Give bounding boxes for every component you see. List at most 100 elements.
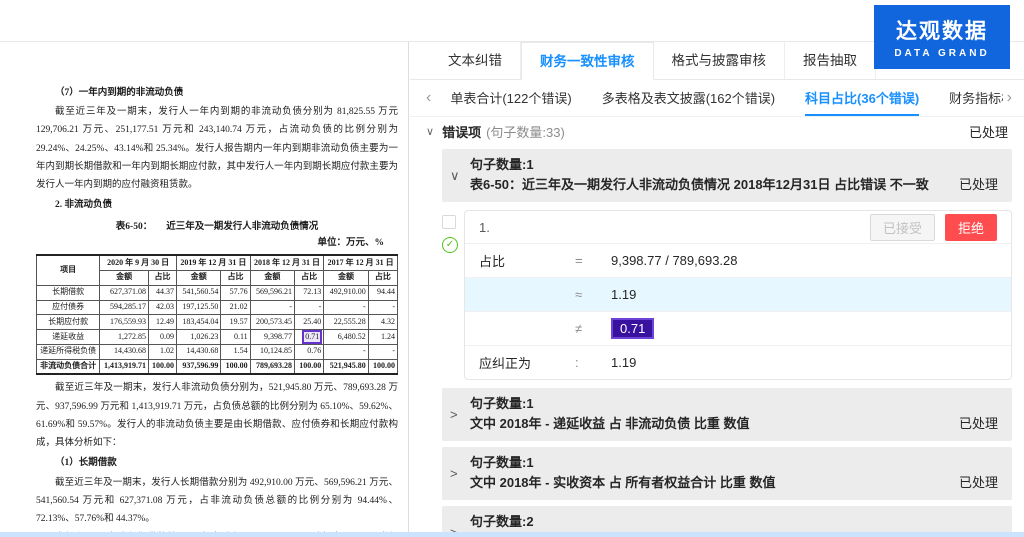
col-ratio-header: 占比 (368, 270, 397, 285)
row-name: 递延收益 (37, 330, 100, 345)
cell-value: 1,272.85 (100, 330, 149, 345)
cell-value: 492,910.00 (324, 285, 368, 300)
subtab-2[interactable]: 科目占比(36个错误) (805, 80, 919, 116)
error-group-header[interactable]: ∨ 错误项 (句子数量:33) 已处理 (410, 117, 1024, 145)
cell-value: 22,555.28 (324, 315, 368, 330)
col-amount-header: 金额 (177, 270, 221, 285)
col-item-header: 项目 (37, 255, 100, 285)
doc-paragraph-3: 截至近三年及一期末，发行人长期借款分别为 492,910.00 万元、569,5… (36, 474, 398, 529)
tab-1[interactable]: 财务一致性审核 (521, 42, 654, 80)
highlighted-cell[interactable]: 0.71 (302, 330, 322, 345)
col-period-header: 2020 年 9 月 30 日 (100, 255, 177, 270)
error-item-expanded[interactable]: ∨ 句子数量:1 表6-50：近三年及一期发行人非流动负债情况 2018年12月… (442, 149, 1012, 202)
error-item-count: 句子数量:1 (470, 453, 959, 473)
subtab-prev-icon[interactable]: ‹ (422, 89, 435, 107)
col-period-header: 2019 年 12 月 31 日 (177, 255, 251, 270)
error-item-collapsed-1[interactable]: >句子数量:1文中 2018年 - 实收资本 占 所有者权益合计 比重 数值已处… (442, 447, 1012, 500)
horizontal-scrollbar[interactable] (0, 532, 1024, 537)
table-650: 项目2020 年 9 月 30 日2019 年 12 月 31 日2018 年 … (36, 254, 398, 375)
cell-value: 0.11 (221, 330, 250, 345)
cell-value: 72.13 (295, 285, 324, 300)
cell-value: 541,560.54 (177, 285, 221, 300)
error-item-status: 已处理 (959, 472, 998, 493)
cell-value: 569,596.21 (250, 285, 294, 300)
error-item-desc: 表6-50：近三年及一期发行人非流动负债情况 2018年12月31日 占比错误 … (470, 175, 959, 195)
brand-logo: 达观数据 DATA GRAND (874, 5, 1010, 69)
subtab-1[interactable]: 多表格及表文披露(162个错误) (602, 80, 775, 116)
doc-paragraph-1: 截至近三年及一期末，发行人一年内到期的非流动负债分别为 81,825.55 万元… (36, 103, 398, 194)
cell-value: - (250, 300, 294, 315)
error-item-text: 句子数量:1 表6-50：近三年及一期发行人非流动负债情况 2018年12月31… (470, 155, 959, 195)
detail-row-3: 应纠正为:1.19 (465, 345, 1011, 379)
col-ratio-header: 占比 (295, 270, 324, 285)
error-item-collapsed-0[interactable]: >句子数量:1文中 2018年 - 递延收益 占 非流动负债 比重 数值已处理 (442, 388, 1012, 441)
table-row: 长期应付款176,559.9312.49183,454.0419.57200,5… (37, 315, 398, 330)
table-650-label: 表6-50： (116, 222, 152, 232)
row-name: 非流动负债合计 (37, 359, 100, 374)
tab-0[interactable]: 文本纠错 (430, 42, 521, 79)
cell-value: 100.00 (149, 359, 177, 374)
col-ratio-header: 占比 (221, 270, 250, 285)
doc-heading-7: （7）一年内到期的非流动负债 (36, 84, 398, 102)
brand-name-cn: 达观数据 (896, 15, 988, 45)
cell-value: 0.71 (295, 330, 324, 345)
chevron-right-icon: > (450, 453, 470, 493)
cell-value: 1.24 (368, 330, 397, 345)
highlighted-value: 0.71 (611, 318, 654, 339)
detail-row-value: 1.19 (611, 287, 636, 302)
error-item-text: 句子数量:1文中 2018年 - 递延收益 占 非流动负债 比重 数值 (470, 394, 959, 434)
tab-3[interactable]: 报告抽取 (785, 42, 876, 79)
subtab-0[interactable]: 单表合计(122个错误) (450, 80, 571, 116)
subtab-3[interactable]: 财务指标核算 (949, 80, 1003, 116)
cell-value: 100.00 (368, 359, 397, 374)
error-item-status: 已处理 (959, 174, 998, 195)
error-item-count: 句子数量:2 (470, 512, 959, 532)
doc-paragraph-2: 截至近三年及一期末，发行人非流动负债分别为，521,945.80 万元、789,… (36, 379, 398, 452)
cell-value: 521,945.80 (324, 359, 368, 374)
cell-value: 12.49 (149, 315, 177, 330)
subtab-next-icon[interactable]: › (1003, 89, 1016, 107)
accept-button[interactable]: 已接受 (870, 214, 935, 241)
error-item-desc: 文中 2018年 - 实收资本 占 所有者权益合计 比重 数值 (470, 473, 959, 493)
error-item-count: 句子数量:1 (470, 155, 959, 175)
cell-value: 0.09 (149, 330, 177, 345)
cell-value: 19.57 (221, 315, 250, 330)
subtab-items: 单表合计(122个错误) 多表格及表文披露(162个错误) 科目占比(36个错误) 财… (435, 80, 1002, 116)
detail-row-value: 9,398.77 / 789,693.28 (611, 253, 738, 268)
cell-value: 4.32 (368, 315, 397, 330)
cell-value: 6,480.52 (324, 330, 368, 345)
detail-row-1: ≈1.19 (465, 277, 1011, 311)
detail-row-operator: ≠ (575, 321, 611, 336)
cell-value: 197,125.50 (177, 300, 221, 315)
col-ratio-header: 占比 (149, 270, 177, 285)
detail-gutter: ✓ (442, 210, 464, 380)
detail-row-value: 1.19 (611, 355, 636, 370)
cell-value: 14,430.68 (100, 344, 149, 359)
document-viewer[interactable]: （7）一年内到期的非流动负债 截至近三年及一期末，发行人一年内到期的非流动负债分… (0, 42, 409, 537)
table-row: 递延收益1,272.850.091,026.230.119,398.770.71… (37, 330, 398, 345)
cell-value: 9,398.77 (250, 330, 294, 345)
cell-value: 1,413,919.71 (100, 359, 149, 374)
detail-row-label: 应纠正为 (479, 353, 575, 372)
tab-2[interactable]: 格式与披露审核 (654, 42, 786, 79)
col-period-header: 2018 年 12 月 31 日 (250, 255, 324, 270)
cell-value: 94.44 (368, 285, 397, 300)
checkbox[interactable] (442, 215, 456, 229)
chevron-down-icon: ∨ (450, 155, 470, 195)
row-name: 长期应付款 (37, 315, 100, 330)
chevron-right-icon: > (450, 394, 470, 434)
detail-row-0: 占比=9,398.77 / 789,693.28 (465, 243, 1011, 277)
cell-value: 10,124.85 (250, 344, 294, 359)
app-root: 达观数据 DATA GRAND （7）一年内到期的非流动负债 截至近三年及一期末… (0, 0, 1024, 537)
cell-value: 100.00 (295, 359, 324, 374)
detail-index: 1. (479, 220, 490, 235)
detail-card-header: 1. 已接受 拒绝 (465, 211, 1011, 243)
table-650-unit: 单位：万元、% (36, 234, 398, 252)
detail-row-operator: = (575, 253, 611, 268)
table-row: 长期借款627,371.0844.37541,560.5457.76569,59… (37, 285, 398, 300)
cell-value: 14,430.68 (177, 344, 221, 359)
error-item-text: 句子数量:1文中 2018年 - 实收资本 占 所有者权益合计 比重 数值 (470, 453, 959, 493)
reject-button[interactable]: 拒绝 (945, 214, 997, 241)
cell-value: 44.37 (149, 285, 177, 300)
row-name: 应付债券 (37, 300, 100, 315)
